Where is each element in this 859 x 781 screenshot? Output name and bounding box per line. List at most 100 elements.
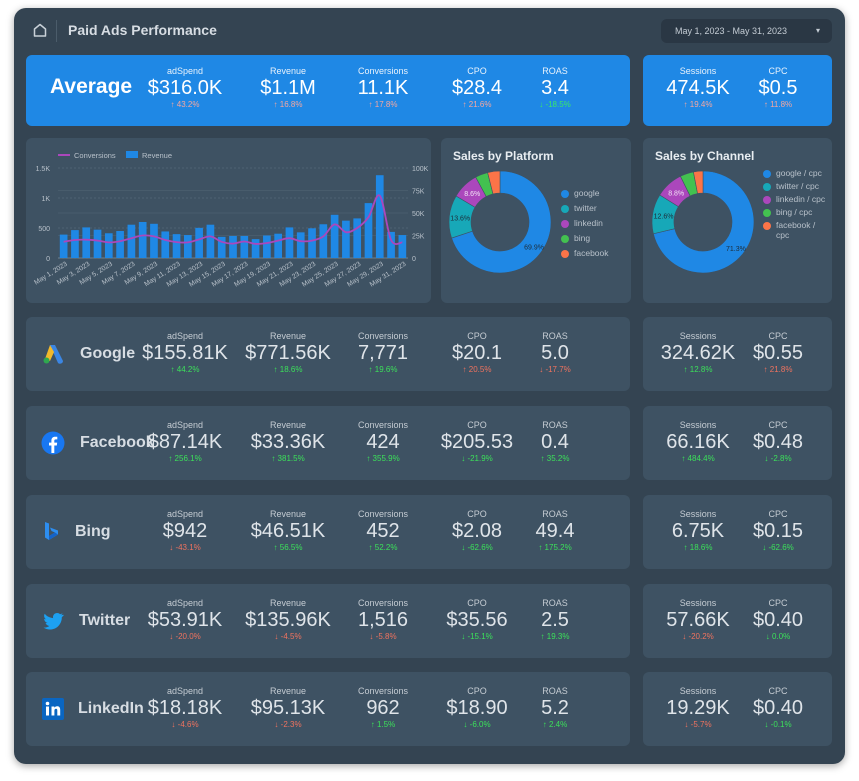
average-card: Average adSpend $316.0K ↑ 43.2% Revenue $1.1… (26, 55, 630, 126)
slice-label: 69.9% (524, 245, 544, 252)
metric-change: ↓ -4.6% (135, 719, 235, 730)
metric-label: Conversions (357, 686, 409, 696)
metric-value: 424 (366, 431, 400, 453)
revenue-bar (296, 232, 305, 258)
combo-chart-card: Conversions Revenue 0 500 1K 1.5K 0 25K 50K 75K 10… (26, 138, 431, 303)
average-metric-roas: ROAS 3.4 ↓ -18.5% (505, 66, 605, 110)
metric-roas: ROAS 49.4 ↑ 175.2% (505, 509, 605, 553)
legend-item[interactable]: bing (561, 233, 629, 243)
legend-item[interactable]: linkedin (561, 218, 629, 228)
metric-change: ↑ 381.5% (238, 453, 338, 464)
metric-change: ↓ -18.5% (505, 99, 605, 110)
metric-label: Revenue (269, 420, 307, 430)
legend-swatch-revenue (126, 151, 138, 158)
metric-change-value: 19.3% (546, 632, 570, 641)
legend-item[interactable]: bing / cpc (763, 207, 829, 217)
legend-item[interactable]: linkedin / cpc (763, 194, 829, 204)
metric-cpc: CPC $0.40 ↓ 0.0% (728, 598, 828, 642)
metric-value: $33.36K (250, 431, 326, 453)
revenue-bar (308, 228, 316, 258)
metric-label: adSpend (166, 686, 204, 696)
metric-value: $0.40 (752, 609, 804, 631)
metric-label: adSpend (166, 331, 204, 341)
metric-change-value: -21.9% (467, 454, 493, 463)
metric-label: Conversions (357, 598, 409, 608)
slice-label: 8.6% (464, 191, 480, 198)
legend-item[interactable]: google / cpc (763, 168, 829, 178)
y-left-tick-label: 0 (46, 256, 50, 263)
legend-label: bing (574, 233, 591, 243)
metric-label: ROAS (542, 686, 568, 696)
metric-label: adSpend (166, 420, 204, 430)
average-metric-conversions: Conversions 11.1K ↑ 17.8% (333, 66, 433, 110)
metric-change-value: 17.8% (374, 100, 398, 109)
metric-change: ↓ -5.8% (333, 631, 433, 642)
metric-value: $0.5 (758, 77, 798, 99)
platform-side-twitter: Sessions 57.66K ↓ -20.2% CPC $0.40 ↓ 0.0% (643, 584, 832, 658)
y-left-tick-label: 1K (41, 196, 50, 203)
metric-change-value: -4.6% (177, 720, 199, 729)
metric-change: ↓ -62.6% (728, 542, 828, 553)
y-right-tick-label: 75K (412, 189, 425, 196)
legend-label: linkedin (574, 218, 603, 228)
metric-label: Revenue (269, 509, 307, 519)
revenue-bar (116, 231, 124, 258)
bing-icon (39, 520, 63, 544)
y-left-tick-label: 1.5K (36, 166, 51, 173)
metric-roas: ROAS 5.2 ↑ 2.4% (505, 686, 605, 730)
metric-value: 452 (366, 520, 400, 542)
legend-item[interactable]: twitter (561, 203, 629, 213)
platform-name: Twitter (79, 612, 131, 629)
metric-change-value: 35.2% (546, 454, 570, 463)
legend-label-conversions: Conversions (74, 151, 116, 160)
metric-change: ↑ 16.8% (238, 99, 338, 110)
legend-label: twitter (574, 203, 597, 213)
platform-row-twitter: Twitter adSpend $53.91K ↓ -20.0% Revenue $135… (26, 584, 630, 658)
metric-label: adSpend (166, 509, 204, 519)
legend-dot (763, 170, 771, 178)
legend-item[interactable]: google (561, 188, 629, 198)
platform-side-linkedin: Sessions 19.29K ↓ -5.7% CPC $0.40 ↓ -0.1% (643, 672, 832, 746)
metric-revenue: Revenue $46.51K ↑ 56.5% (238, 509, 338, 553)
metric-adspend: adSpend $87.14K ↑ 256.1% (135, 420, 235, 464)
metric-change-value: -62.6% (467, 543, 493, 552)
legend-item[interactable]: facebook (561, 248, 629, 258)
metric-change: ↑ 11.8% (728, 99, 828, 110)
average-label: Average (50, 75, 133, 98)
metric-adspend: adSpend $53.91K ↓ -20.0% (135, 598, 235, 642)
metric-change: ↑ 18.6% (238, 364, 338, 375)
metric-value: 2.5 (541, 609, 569, 631)
metric-change: ↑ 44.2% (135, 364, 235, 375)
date-range-picker[interactable]: May 1, 2023 - May 31, 2023 ▾ (661, 19, 832, 43)
metric-revenue: Revenue $135.96K ↓ -4.5% (238, 598, 338, 642)
legend-item[interactable]: twitter / cpc (763, 181, 829, 191)
metric-change-value: -2.8% (770, 454, 792, 463)
metric-value: $0.48 (752, 431, 804, 453)
legend-item[interactable]: facebook / cpc (763, 220, 829, 240)
metric-change-value: -20.2% (688, 632, 714, 641)
home-icon[interactable] (32, 22, 48, 38)
metric-value: $771.56K (245, 342, 331, 364)
metric-change-value: 19.4% (689, 100, 713, 109)
metric-change: ↑ 56.5% (238, 542, 338, 553)
metric-change: ↑ 355.9% (333, 453, 433, 464)
legend-dot (763, 183, 771, 191)
platform-name: Google (80, 345, 136, 362)
metric-adspend: adSpend $155.81K ↑ 44.2% (135, 331, 235, 375)
legend-label: bing / cpc (776, 207, 813, 217)
google-ads-icon (41, 342, 65, 366)
metric-change: ↓ -0.1% (728, 719, 828, 730)
sales-by-platform-card: Sales by Platform 69.9% 13.6% 8.6% google t… (441, 138, 631, 303)
platform-side-google: Sessions 324.62K ↑ 12.8% CPC $0.55 ↑ 21.8% (643, 317, 832, 391)
metric-change-value: -43.1% (175, 543, 201, 552)
metric-change-value: 52.2% (374, 543, 398, 552)
average-metric-revenue: Revenue $1.1M ↑ 16.8% (238, 66, 338, 110)
revenue-bar (138, 222, 147, 258)
slice-label: 13.6% (450, 216, 470, 223)
revenue-bar (59, 234, 68, 258)
metric-label: ROAS (542, 509, 568, 519)
metric-change-value: -20.0% (175, 632, 201, 641)
date-range-value: May 1, 2023 - May 31, 2023 (675, 26, 788, 36)
metric-change-value: -5.8% (375, 632, 397, 641)
metric-change: ↑ 19.6% (333, 364, 433, 375)
